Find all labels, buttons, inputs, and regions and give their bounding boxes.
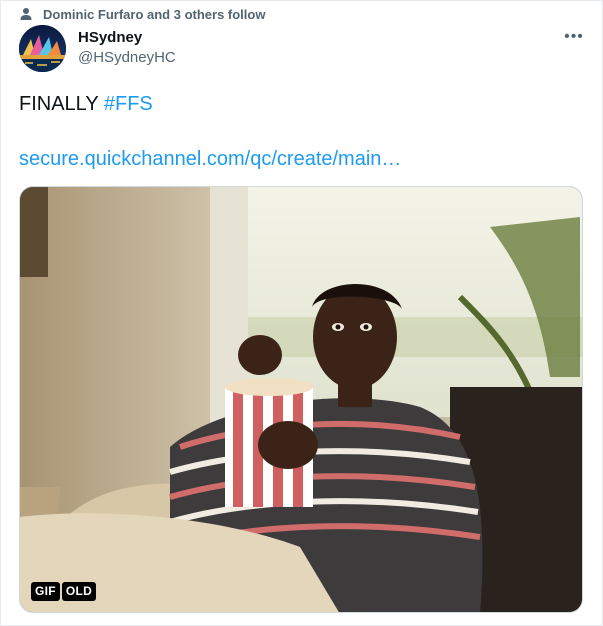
gif-badges: GIF OLD <box>31 582 97 601</box>
gif-media[interactable] <box>19 186 583 613</box>
display-name[interactable]: HSydney <box>78 29 176 47</box>
social-context[interactable]: Dominic Furfaro and 3 others follow <box>19 6 265 22</box>
tweet-url-link[interactable]: secure.quickchannel.com/qc/create/main… <box>19 146 401 172</box>
old-badge[interactable]: OLD <box>61 582 97 601</box>
gif-badge: GIF <box>31 582 60 601</box>
opera-house-avatar[interactable] <box>19 25 66 72</box>
ellipsis-icon: ••• <box>564 28 584 45</box>
hashtag-link[interactable]: #FFS <box>104 93 153 115</box>
tweet-text: FINALLY #FFS <box>19 91 153 117</box>
author-block[interactable]: HSydney @HSydneyHC <box>78 29 176 68</box>
tweet-card[interactable]: Dominic Furfaro and 3 others follow HSyd… <box>0 0 603 626</box>
author-handle[interactable]: @HSydneyHC <box>78 48 176 68</box>
person-icon <box>20 8 32 20</box>
tweet-text-body: FINALLY <box>19 93 99 115</box>
social-context-text: Dominic Furfaro and 3 others follow <box>43 6 266 22</box>
more-options-button[interactable]: ••• <box>562 27 586 47</box>
